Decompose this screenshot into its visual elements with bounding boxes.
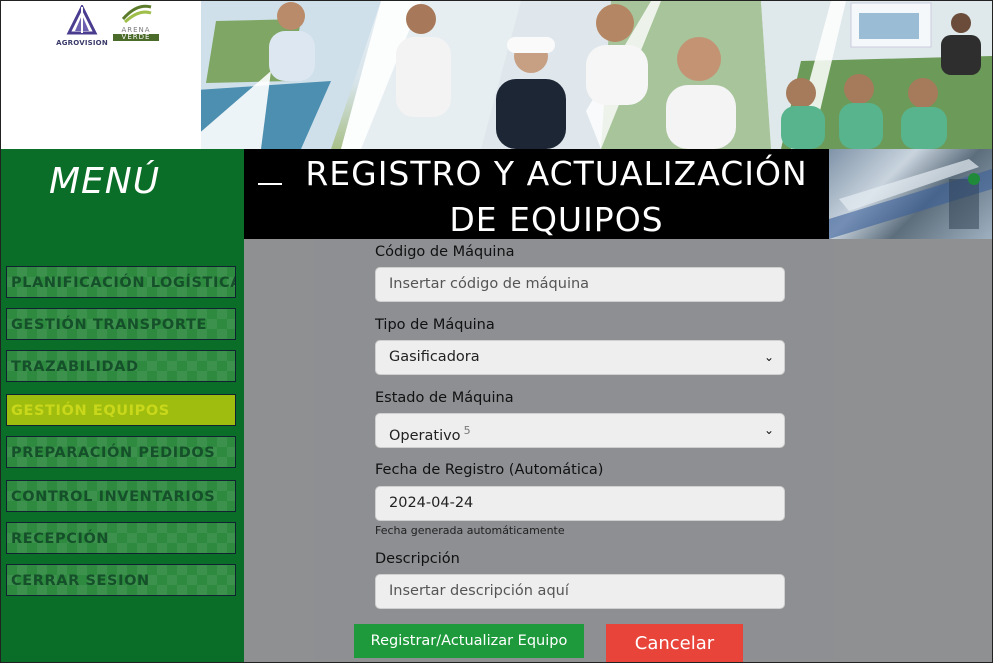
logo-area: AGROVISION ARENA VERDE: [1, 1, 201, 149]
registrar-actualizar-button[interactable]: Registrar/Actualizar Equipo: [354, 624, 584, 658]
page-title-line-2: DE EQUIPOS: [449, 200, 664, 239]
tipo-select-value: Gasificadora: [389, 349, 480, 365]
main-content: REGISTRO Y ACTUALIZACIÓN DE EQUIPOS Códi…: [244, 149, 992, 662]
sidebar-item-trazabilidad[interactable]: TRAZABILIDAD: [6, 350, 236, 382]
estado-select-value: Operativo: [389, 428, 461, 444]
chevron-down-icon: ⌄: [763, 423, 774, 437]
descripcion-label: Descripción: [375, 551, 460, 567]
sidebar: MENÚ PLANIFICACIÓN LOGÍSTICA GESTIÓN TRA…: [1, 149, 244, 662]
estado-select[interactable]: Operativo 5 ⌄: [375, 413, 785, 448]
sidebar-item-planificacion-logistica[interactable]: PLANIFICACIÓN LOGÍSTICA: [6, 266, 236, 298]
arena-verde-logo-icon: [121, 4, 152, 24]
factory-conveyor-image: [829, 159, 992, 239]
tipo-select[interactable]: Gasificadora ⌄: [375, 340, 785, 375]
page-title: REGISTRO Y ACTUALIZACIÓN DE EQUIPOS: [284, 151, 829, 243]
sidebar-item-preparacion-pedidos[interactable]: PREPARACIÓN PEDIDOS: [6, 436, 236, 468]
sidebar-item-control-inventarios[interactable]: CONTROL INVENTARIOS: [6, 480, 236, 512]
sidebar-item-cerrar-sesion[interactable]: CERRAR SESION: [6, 564, 236, 596]
tipo-label: Tipo de Máquina: [375, 317, 495, 333]
fecha-help-text: Fecha generada automáticamente: [375, 524, 565, 537]
sidebar-item-recepcion[interactable]: RECEPCIÓN: [6, 522, 236, 554]
arena-verde-text-2: VERDE: [113, 34, 159, 41]
sidebar-item-gestion-transporte[interactable]: GESTIÓN TRANSPORTE: [6, 308, 236, 340]
codigo-label: Código de Máquina: [375, 244, 515, 260]
agrovision-logo-icon: [66, 3, 98, 35]
sidebar-item-gestion-equipos[interactable]: GESTIÓN EQUIPOS: [6, 394, 236, 426]
page-title-line-1: REGISTRO Y ACTUALIZACIÓN: [305, 154, 808, 193]
descripcion-input[interactable]: Insertar descripción aquí: [375, 574, 785, 609]
cancel-button[interactable]: Cancelar: [606, 624, 743, 662]
fecha-label: Fecha de Registro (Automática): [375, 462, 604, 478]
app-window: AGROVISION ARENA VERDE MENÚ PLANIFICACIÓ…: [0, 0, 993, 663]
chevron-down-icon: ⌄: [763, 350, 774, 364]
menu-title: MENÚ: [49, 161, 161, 202]
factory-photo: [829, 149, 992, 239]
agrovision-logo-text: AGROVISION: [56, 39, 108, 47]
agrovision-logo: AGROVISION: [53, 3, 111, 47]
title-dash: [258, 183, 282, 185]
page-title-bar: REGISTRO Y ACTUALIZACIÓN DE EQUIPOS: [244, 149, 829, 239]
estado-superscript: 5: [463, 424, 471, 437]
estado-label: Estado de Máquina: [375, 390, 514, 406]
codigo-input[interactable]: Insertar código de máquina: [375, 267, 785, 302]
fecha-input[interactable]: 2024-04-24: [375, 486, 785, 521]
header-banner: AGROVISION ARENA VERDE: [1, 1, 992, 149]
arena-verde-logo: ARENA VERDE: [113, 3, 159, 41]
